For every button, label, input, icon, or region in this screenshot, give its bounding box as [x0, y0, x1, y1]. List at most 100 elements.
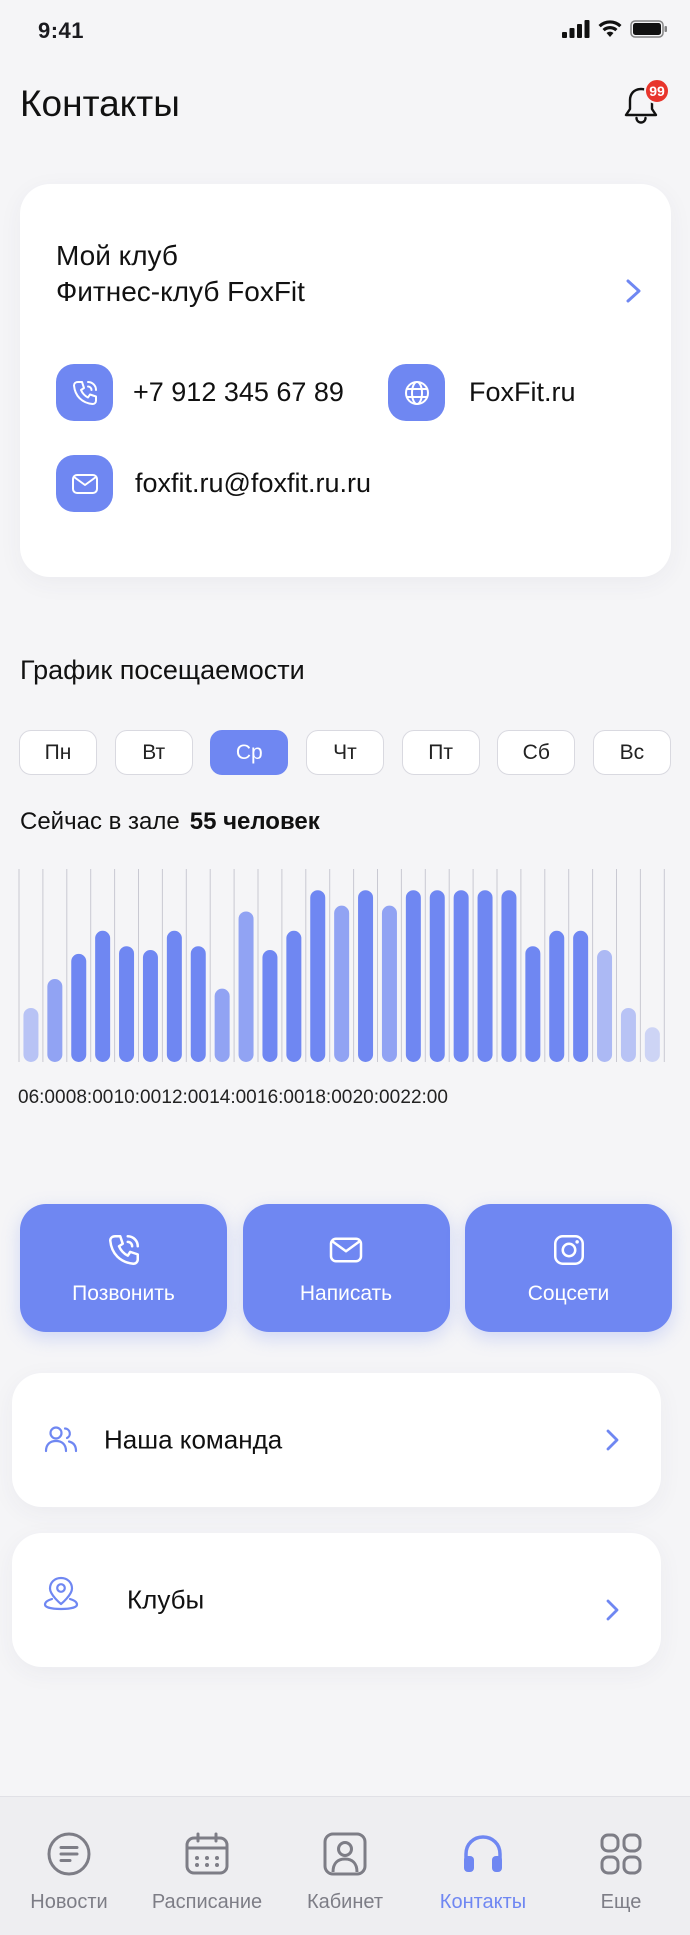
x-tick-label: 06:00: [18, 1087, 66, 1108]
chart-bar: [214, 988, 230, 1062]
calendar-icon: [185, 1832, 229, 1875]
attendance-chart: 06:00 08:00 10:00 12:00 14:00 16:00 18:00 20:00…: [18, 869, 665, 1108]
instagram-icon: [553, 1235, 584, 1265]
chart-bar: [573, 930, 589, 1062]
club-label: Мой клуб: [56, 240, 178, 271]
phone-icon: [56, 364, 113, 421]
phone-row[interactable]: +7 912 345 67 89: [56, 364, 344, 421]
chart-bar: [358, 890, 374, 1062]
day-chip[interactable]: Чт: [305, 730, 384, 775]
chart-bar: [190, 946, 206, 1062]
write-label: Написать: [299, 1282, 393, 1305]
current-visitors: Сейчас в зале 55 человек: [20, 808, 320, 836]
chart-bar: [23, 1007, 39, 1062]
day-chip[interactable]: Пт: [401, 730, 480, 775]
x-tick-label: 12:00: [161, 1087, 209, 1108]
website-row[interactable]: FoxFit.ru: [388, 364, 576, 421]
chart-bar: [71, 953, 87, 1062]
email-address[interactable]: foxfit.ru@foxfit.ru.ru: [135, 468, 371, 499]
tab-contacts[interactable]: Контакты: [414, 1797, 552, 1935]
headphones-icon: [464, 1835, 502, 1872]
chevron-right-icon: [606, 1429, 619, 1451]
tab-cabinet[interactable]: Кабинет: [276, 1797, 414, 1935]
day-chip[interactable]: Вс: [592, 730, 671, 775]
phone-number[interactable]: +7 912 345 67 89: [133, 377, 344, 408]
chart-bar: [310, 890, 326, 1062]
mail-icon: [329, 1237, 363, 1263]
globe-icon: [388, 364, 445, 421]
chart-bar: [286, 930, 302, 1062]
team-card[interactable]: Наша команда: [12, 1373, 661, 1507]
notification-badge: 99: [644, 78, 670, 104]
clubs-label: Клубы: [127, 1584, 205, 1615]
chart-bar: [381, 905, 397, 1062]
grid-icon: [600, 1833, 642, 1875]
tab-bar: Новости Расписание Кабинет Контакты Еще: [0, 1796, 690, 1935]
club-name: Фитнес-клуб FoxFit: [56, 276, 305, 307]
chart-bar: [477, 890, 493, 1062]
news-icon: [47, 1832, 91, 1876]
now-value: 55 человек: [189, 808, 320, 835]
chevron-right-icon[interactable]: [620, 276, 646, 306]
page-title: Контакты: [20, 83, 180, 124]
club-card[interactable]: Мой клуб Фитнес-клуб FoxFit +7 912 345 6…: [20, 184, 671, 577]
day-chip[interactable]: Сб: [497, 730, 576, 775]
x-tick-label: 16:00: [257, 1087, 305, 1108]
email-row[interactable]: foxfit.ru@foxfit.ru.ru: [56, 455, 371, 512]
chart-bar: [238, 911, 254, 1062]
chevron-right-icon: [606, 1599, 619, 1621]
x-tick-label: 20:00: [353, 1087, 401, 1108]
chart-bar: [142, 950, 158, 1062]
tab-more[interactable]: Еще: [552, 1797, 690, 1935]
now-label: Сейчас в зале: [20, 808, 180, 835]
tab-label: Кабинет: [306, 1891, 384, 1913]
action-buttons: Позвонить Написать Соцсети: [20, 1204, 672, 1332]
status-icons: [562, 20, 668, 38]
status-time: 9:41: [38, 18, 85, 43]
team-icon: [44, 1426, 78, 1453]
chart-bar: [549, 930, 565, 1062]
call-button[interactable]: Позвонить: [20, 1204, 227, 1332]
chart-bar: [453, 890, 469, 1062]
social-button[interactable]: Соцсети: [465, 1204, 672, 1332]
chart-bar: [620, 1007, 636, 1062]
website-link[interactable]: FoxFit.ru: [469, 377, 576, 408]
write-button[interactable]: Написать: [242, 1204, 450, 1332]
team-label: Наша команда: [104, 1424, 283, 1455]
tab-label: Контакты: [439, 1891, 527, 1913]
tab-schedule[interactable]: Расписание: [138, 1797, 276, 1935]
chart-bar: [47, 979, 63, 1062]
tab-label: Еще: [600, 1891, 642, 1913]
chart-bar: [429, 890, 445, 1062]
x-tick-label: 14:00: [209, 1087, 257, 1108]
tab-news[interactable]: Новости: [0, 1797, 138, 1935]
x-tick-label: 18:00: [305, 1087, 353, 1108]
day-chip[interactable]: Вт: [114, 730, 193, 775]
attendance-title: График посещаемости: [20, 655, 305, 685]
chart-bar: [334, 905, 350, 1062]
battery-icon: [630, 20, 667, 38]
day-chip[interactable]: Пн: [19, 730, 97, 775]
x-tick-label: 10:00: [114, 1087, 162, 1108]
tab-label: Новости: [30, 1891, 108, 1913]
signal-icon: [562, 20, 590, 38]
chart-bar: [95, 930, 111, 1062]
wifi-icon: [598, 20, 622, 37]
chart-bar: [262, 950, 278, 1062]
chart-bar: [597, 950, 613, 1062]
clubs-card[interactable]: Клубы: [12, 1533, 661, 1667]
day-chip[interactable]: Ср: [210, 730, 289, 775]
call-label: Позвонить: [72, 1282, 175, 1305]
chart-bar: [119, 946, 135, 1062]
x-tick-label: 08:00: [66, 1087, 114, 1108]
tab-label: Расписание: [151, 1891, 263, 1913]
chart-bar: [525, 946, 541, 1062]
status-bar: 9:41: [0, 0, 690, 68]
day-selector: Пн Вт Ср Чт Пт Сб Вс: [19, 730, 671, 775]
chart-bar: [166, 930, 182, 1062]
profile-icon: [323, 1832, 367, 1876]
chart-bar: [644, 1027, 660, 1062]
location-icon: [43, 1576, 79, 1611]
mail-icon: [56, 455, 113, 512]
chart-bar: [501, 890, 517, 1062]
